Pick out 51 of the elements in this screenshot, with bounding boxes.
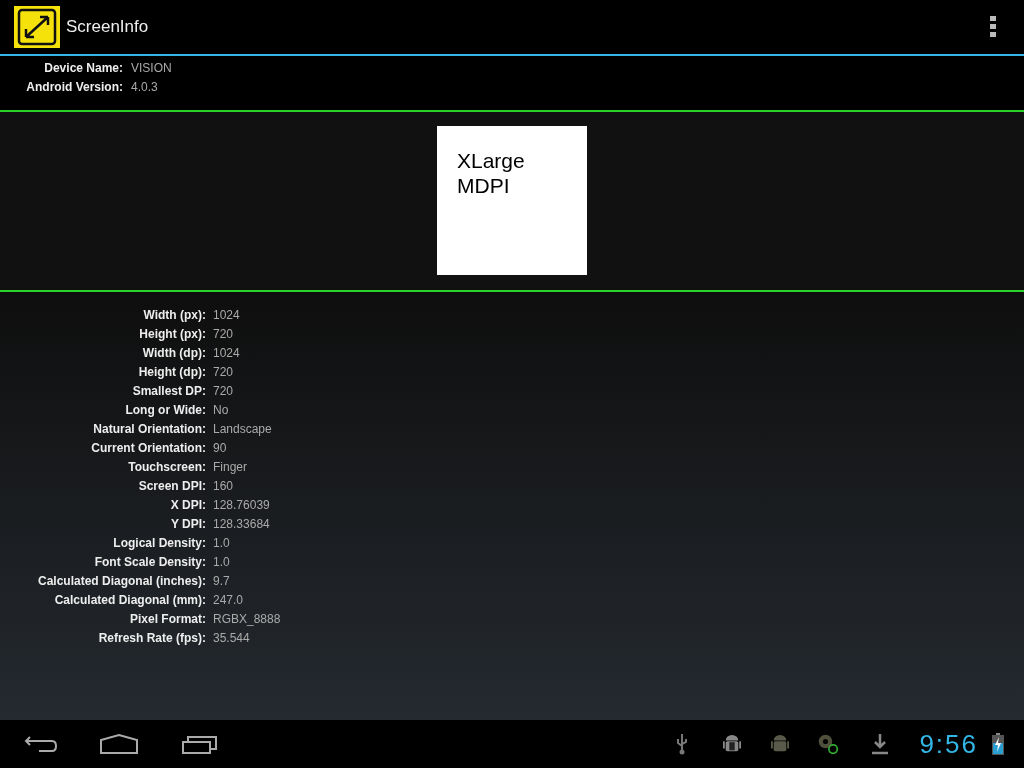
battery-charging-icon [992,733,1004,755]
download-icon [871,733,890,755]
property-label: Height (dp): [137,364,206,379]
property-label: Smallest DP: [131,383,206,398]
property-value: 720 [213,326,234,341]
property-label: Height (px): [138,326,206,341]
property-value: 1.0 [213,554,230,569]
property-label: Logical Density: [112,535,206,550]
property-label: Touchscreen: [127,459,206,474]
app-title: ScreenInfo [66,17,149,37]
property-label: Screen DPI: [137,478,206,493]
back-icon[interactable] [24,734,58,754]
property-value: 720 [213,383,234,398]
property-label: Current Orientation: [90,440,206,455]
screen-size-text: XLarge [457,148,526,173]
property-value: 128.33684 [213,516,270,531]
clock-text: 9:56 [919,728,978,760]
home-icon[interactable] [100,734,138,754]
property-value: 1024 [213,345,240,360]
property-value: 90 [213,440,227,455]
info-value: 4.0.3 [131,79,158,94]
info-value: VISION [131,60,172,75]
overflow-menu-icon[interactable] [990,16,996,38]
property-label: Calculated Diagonal (inches): [36,573,206,588]
property-value: 128.76039 [213,497,270,512]
property-label: Pixel Format: [128,611,206,626]
property-label: Natural Orientation: [92,421,206,436]
property-label: Font Scale Density: [93,554,206,569]
screen-density-text: MDPI [457,173,511,198]
info-label: Device Name: [43,60,123,75]
property-label: Calculated Diagonal (mm): [53,592,206,607]
property-value: 247.0 [213,592,244,607]
property-label: Width (px): [142,307,206,322]
app-logo-icon [14,6,60,48]
property-value: 1.0 [213,535,230,550]
property-label: Refresh Rate (fps): [97,630,206,645]
property-value: 160 [213,478,234,493]
property-label: X DPI: [169,497,206,512]
recent-apps-icon[interactable] [182,734,218,754]
property-value: Landscape [213,421,272,436]
property-value: 720 [213,364,234,379]
info-label: Android Version: [25,79,123,94]
property-label: Y DPI: [169,516,206,531]
property-value: 9.7 [213,573,230,588]
property-label: Width (dp): [141,345,206,360]
property-value: 35.544 [213,630,250,645]
property-label: Long or Wide: [124,402,206,417]
property-value: No [213,402,229,417]
property-value: 1024 [213,307,240,322]
property-value: Finger [213,459,247,474]
property-value: RGBX_8888 [213,611,281,626]
